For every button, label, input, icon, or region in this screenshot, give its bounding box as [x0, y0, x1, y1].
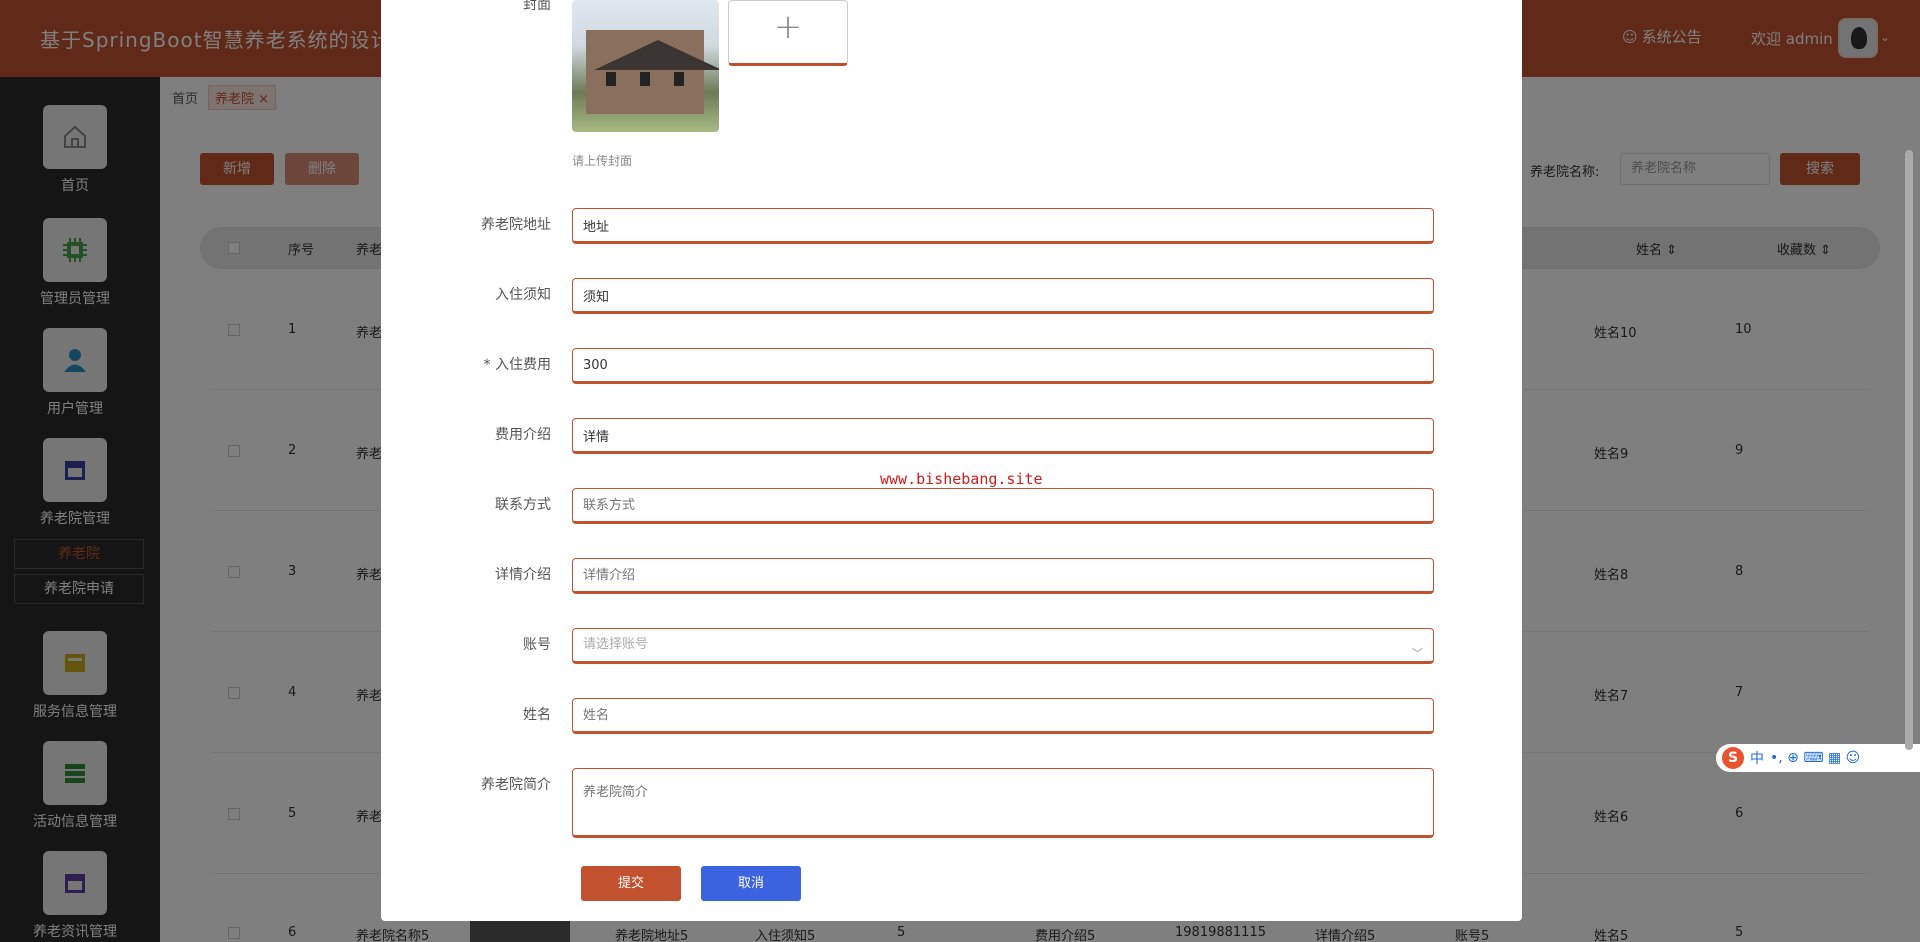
watermark-text: www.bishebang.site: [880, 470, 1043, 488]
ime-mode[interactable]: 中: [1750, 748, 1764, 768]
contact-input[interactable]: [572, 488, 1434, 524]
account-label: 账号: [523, 637, 551, 653]
contact-label: 联系方式: [495, 497, 551, 513]
fee-input[interactable]: [572, 348, 1434, 384]
cover-label: 封面: [523, 0, 551, 13]
fee-intro-label: 费用介绍: [495, 427, 551, 443]
house-image: [586, 30, 719, 114]
house-roof: [594, 40, 719, 70]
account-select[interactable]: 请选择账号 ﹀: [572, 628, 1434, 664]
name-input[interactable]: [572, 698, 1434, 734]
account-select-placeholder: 请选择账号: [583, 637, 649, 652]
cover-image[interactable]: [572, 0, 719, 132]
cancel-button[interactable]: 取消: [701, 866, 801, 901]
house-window: [640, 72, 650, 86]
sogou-logo-icon: S: [1722, 747, 1744, 769]
app-root: 基于SpringBoot智慧养老系统的设计 ☺ 系统公告 欢迎 admin ⌄ …: [0, 0, 1920, 942]
cover-hint: 请上传封面: [572, 154, 633, 168]
notice-input[interactable]: [572, 278, 1434, 314]
house-window: [674, 72, 684, 86]
chevron-down-icon: ﹀: [1412, 647, 1423, 660]
address-label: 养老院地址: [481, 217, 551, 233]
ime-tools[interactable]: •, ⊕ ⌨ ▦ ☺: [1770, 750, 1860, 766]
name-label: 姓名: [523, 707, 551, 723]
page-scrollbar[interactable]: [1905, 150, 1913, 750]
intro-label: 养老院简介: [481, 777, 551, 793]
intro-textarea[interactable]: [572, 768, 1434, 838]
address-input[interactable]: [572, 208, 1434, 244]
detail-label: 详情介绍: [495, 567, 551, 583]
fee-intro-input[interactable]: [572, 418, 1434, 454]
upload-cover-button[interactable]: +: [728, 0, 848, 66]
fee-label: * 入住费用: [483, 357, 551, 373]
ime-toolbar[interactable]: S 中 •, ⊕ ⌨ ▦ ☺: [1716, 744, 1920, 772]
edit-dialog: 封面 + 请上传封面 养老院地址 入住须知 * 入住费用 费用介绍 联系方式 详…: [381, 0, 1522, 921]
detail-input[interactable]: [572, 558, 1434, 594]
house-window: [606, 72, 616, 86]
notice-label: 入住须知: [495, 287, 551, 303]
submit-button[interactable]: 提交: [581, 866, 681, 901]
